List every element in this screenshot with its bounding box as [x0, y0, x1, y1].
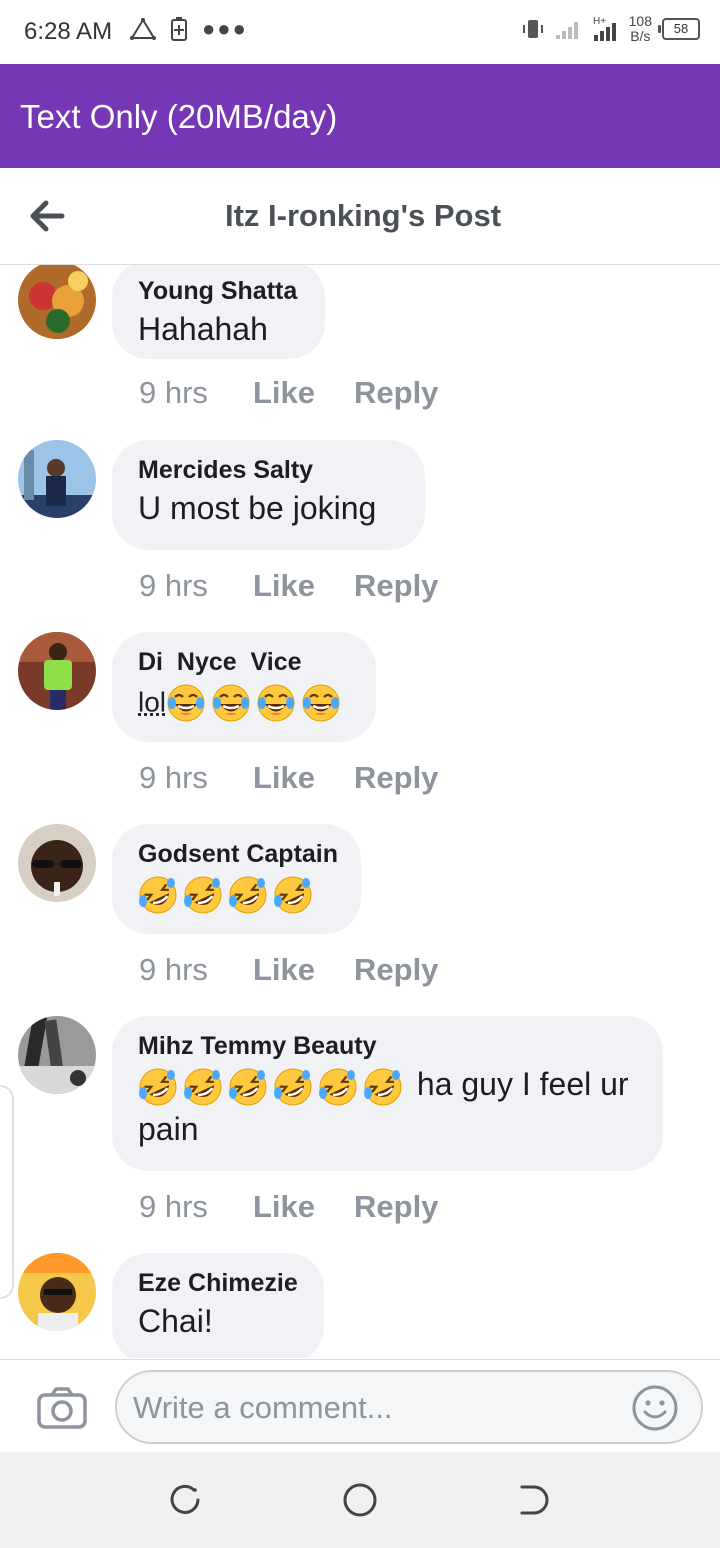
camera-button[interactable] — [36, 1386, 88, 1430]
comment-bubble[interactable]: Mihz Temmy Beauty ha guy I feel ur pain — [112, 1016, 663, 1171]
rofl-emoji-icon — [273, 1067, 313, 1106]
comment-bubble[interactable]: Eze Chimezie Chai! — [112, 1253, 324, 1358]
network-speed-unit: B/s — [630, 28, 651, 44]
reply-button[interactable]: Reply — [354, 952, 438, 988]
comment-actions: 9 hrs Like Reply — [139, 568, 438, 604]
like-button[interactable]: Like — [253, 952, 354, 988]
recycle-icon — [130, 18, 156, 40]
signal-icon — [555, 22, 578, 39]
avatar[interactable] — [18, 440, 96, 518]
commenter-name[interactable]: Young Shatta — [138, 275, 299, 307]
post-header: Itz I-ronking's Post — [0, 168, 720, 265]
comment-actions: 9 hrs Like Reply — [139, 1189, 438, 1225]
comment-time: 9 hrs — [139, 952, 208, 987]
reply-button[interactable]: Reply — [354, 1189, 438, 1225]
tears-of-joy-emoji-icon — [301, 683, 341, 722]
rofl-emoji-icon — [318, 1067, 358, 1106]
like-button[interactable]: Like — [253, 760, 354, 796]
battery-level: 58 — [673, 21, 689, 36]
rofl-emoji-icon — [228, 1067, 268, 1106]
comment-text: Chai! — [138, 1303, 213, 1339]
avatar[interactable] — [18, 824, 96, 902]
comment-bubble[interactable]: Di Nyce Vice lol — [112, 632, 376, 742]
comment-time: 9 hrs — [139, 568, 208, 603]
like-button[interactable]: Like — [253, 375, 354, 411]
commenter-name[interactable]: Mihz Temmy Beauty — [138, 1030, 637, 1062]
comments-list[interactable]: Young Shatta Hahahah 9 hrs Like Reply Me… — [0, 265, 720, 1358]
emoji-button[interactable] — [631, 1384, 679, 1432]
comment-text: U most be joking — [138, 490, 377, 526]
more-notifications-icon: ●●● — [202, 16, 248, 41]
like-button[interactable]: Like — [253, 1189, 354, 1225]
comment-input-field — [115, 1370, 703, 1444]
commenter-name[interactable]: Di Nyce Vice — [138, 646, 350, 678]
reply-button[interactable]: Reply — [354, 568, 438, 604]
comment-time: 9 hrs — [139, 1189, 208, 1224]
tears-of-joy-emoji-icon — [211, 683, 251, 722]
back-nav-button[interactable] — [516, 1482, 552, 1518]
page-title: Itz I-ronking's Post — [224, 198, 502, 233]
status-right-icons: H+ 108 B/s 58 — [521, 14, 700, 44]
avatar[interactable] — [18, 1016, 96, 1094]
commenter-name[interactable]: Eze Chimezie — [138, 1267, 298, 1299]
avatar[interactable] — [18, 1253, 96, 1331]
rofl-emoji-icon — [183, 1067, 223, 1106]
avatar[interactable] — [18, 265, 96, 339]
commenter-name[interactable]: Mercides Salty — [138, 454, 399, 486]
battery-saver-icon — [171, 17, 187, 41]
comment-actions: 9 hrs Like Reply — [139, 760, 438, 796]
comment-body: ha guy I feel ur pain — [138, 1062, 637, 1151]
floating-chat-handle[interactable] — [0, 1085, 14, 1299]
comment-time: 9 hrs — [139, 375, 208, 410]
comment-bubble[interactable]: Godsent Captain — [112, 824, 361, 934]
camera-icon — [37, 1387, 87, 1429]
comment-bubble[interactable]: Young Shatta Hahahah — [112, 265, 325, 359]
recent-apps-button[interactable] — [168, 1482, 204, 1518]
data-mode-banner: Text Only (20MB/day) — [0, 64, 720, 168]
tears-of-joy-emoji-icon — [256, 683, 296, 722]
rofl-emoji-icon — [138, 875, 178, 914]
home-circle-icon — [343, 1483, 377, 1517]
rofl-emoji-icon — [138, 1067, 178, 1106]
vibrate-icon — [522, 20, 543, 38]
comment-text: Hahahah — [138, 311, 268, 347]
comment-body: lol — [138, 678, 350, 725]
recent-apps-icon — [170, 1484, 200, 1514]
network-speed: 108 B/s — [629, 14, 652, 44]
rofl-emoji-icon — [273, 875, 313, 914]
comment-actions: 9 hrs Like Reply — [139, 375, 438, 411]
comment-actions: 9 hrs Like Reply — [139, 952, 438, 988]
status-bar: 6:28 AM ●●● H+ 108 B/s 58 — [0, 0, 720, 64]
comment-bubble[interactable]: Mercides Salty U most be joking — [112, 440, 425, 550]
status-time: 6:28 AM — [24, 18, 113, 45]
back-nav-icon — [520, 1485, 549, 1515]
commenter-name[interactable]: Godsent Captain — [138, 838, 338, 870]
status-left-icons: ●●● — [130, 16, 248, 42]
home-button[interactable] — [342, 1482, 378, 1518]
reply-button[interactable]: Reply — [354, 375, 438, 411]
like-button[interactable]: Like — [253, 568, 354, 604]
network-speed-value: 108 — [628, 13, 652, 29]
signal-hplus-icon: H+ — [593, 16, 616, 41]
reply-button[interactable]: Reply — [354, 760, 438, 796]
comment-input[interactable] — [131, 1382, 615, 1434]
rofl-emoji-icon — [363, 1067, 403, 1106]
comment-time: 9 hrs — [139, 760, 208, 795]
battery-icon: 58 — [658, 18, 700, 40]
tears-of-joy-emoji-icon — [166, 683, 206, 722]
svg-text:H+: H+ — [593, 16, 606, 27]
banner-text: Text Only (20MB/day) — [20, 98, 338, 135]
rofl-emoji-icon — [183, 875, 223, 914]
comment-body — [138, 870, 335, 915]
smiley-icon — [632, 1385, 678, 1431]
comment-text: lol — [138, 686, 167, 718]
system-nav-bar — [0, 1452, 720, 1548]
comment-composer — [0, 1359, 720, 1453]
avatar[interactable] — [18, 632, 96, 710]
rofl-emoji-icon — [228, 875, 268, 914]
